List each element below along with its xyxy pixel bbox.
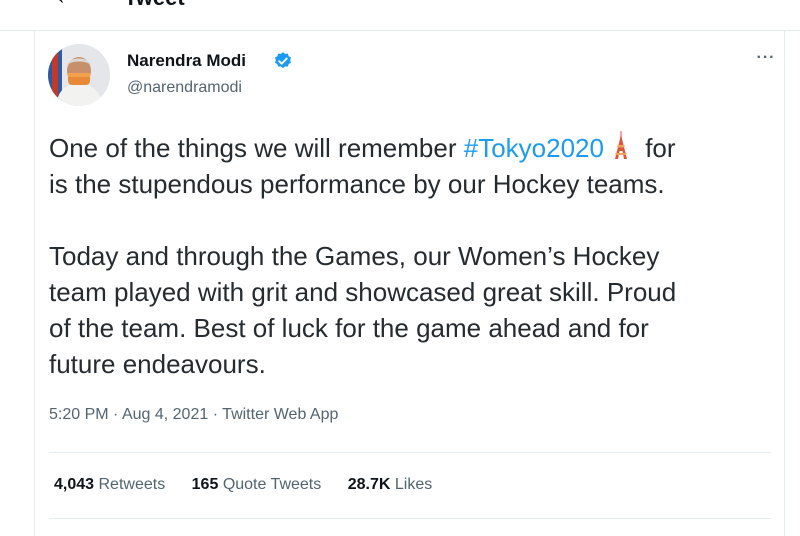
back-arrow-icon[interactable]: ← [52,0,82,10]
tweet-text-segment: for [637,133,676,163]
column-border-right [784,30,785,536]
likes-stat[interactable]: 28.7K Likes [348,474,433,496]
author-handle[interactable]: @narendramodi [127,78,242,98]
verified-badge-icon [275,52,291,69]
tweet-source[interactable]: Twitter Web App [222,406,338,423]
quote-tweets-stat[interactable]: 165 Quote Tweets [192,474,322,496]
divider [49,452,771,453]
tweet-text-segment: One of the things we will remember [49,133,464,163]
quote-tweets-label: Quote Tweets [222,476,322,493]
meta-separator: · [113,406,122,423]
tokyo-tower-icon [614,131,627,159]
avatar-photo-icon [48,44,110,106]
column-border-left [34,30,35,536]
retweets-count: 4,043 [54,476,95,493]
divider [49,518,771,519]
tweet-paragraph-1: One of the things we will remember #Toky… [49,130,774,202]
more-options-icon[interactable]: ··· [752,48,780,72]
quote-tweets-count: 165 [191,476,219,493]
likes-count: 28.7K [347,476,391,493]
hashtag-link[interactable]: #Tokyo2020 [464,133,604,163]
page-title: Tweet [124,0,185,10]
tweet-time[interactable]: 5:20 PM [49,406,109,423]
tweet-date[interactable]: Aug 4, 2021 [122,406,208,423]
tweet-stats: 4,043 Retweets 165 Quote Tweets 28.7K Li… [54,474,454,496]
tweet-paragraph-2: Today and through the Games, our Women’s… [49,241,677,379]
tweet-text-line: is the stupendous performance by our Hoc… [49,169,665,199]
tweet-meta: 5:20 PM · Aug 4, 2021 · Twitter Web App [49,404,338,426]
retweets-stat[interactable]: 4,043 Retweets [54,474,165,496]
likes-label: Likes [394,476,433,493]
avatar[interactable] [48,44,110,106]
tweet-text: One of the things we will remember #Toky… [49,130,774,382]
retweets-label: Retweets [98,476,166,493]
header-bar: ← Tweet [0,0,800,31]
author-name[interactable]: Narendra Modi [127,50,246,72]
meta-separator: · [212,406,223,423]
